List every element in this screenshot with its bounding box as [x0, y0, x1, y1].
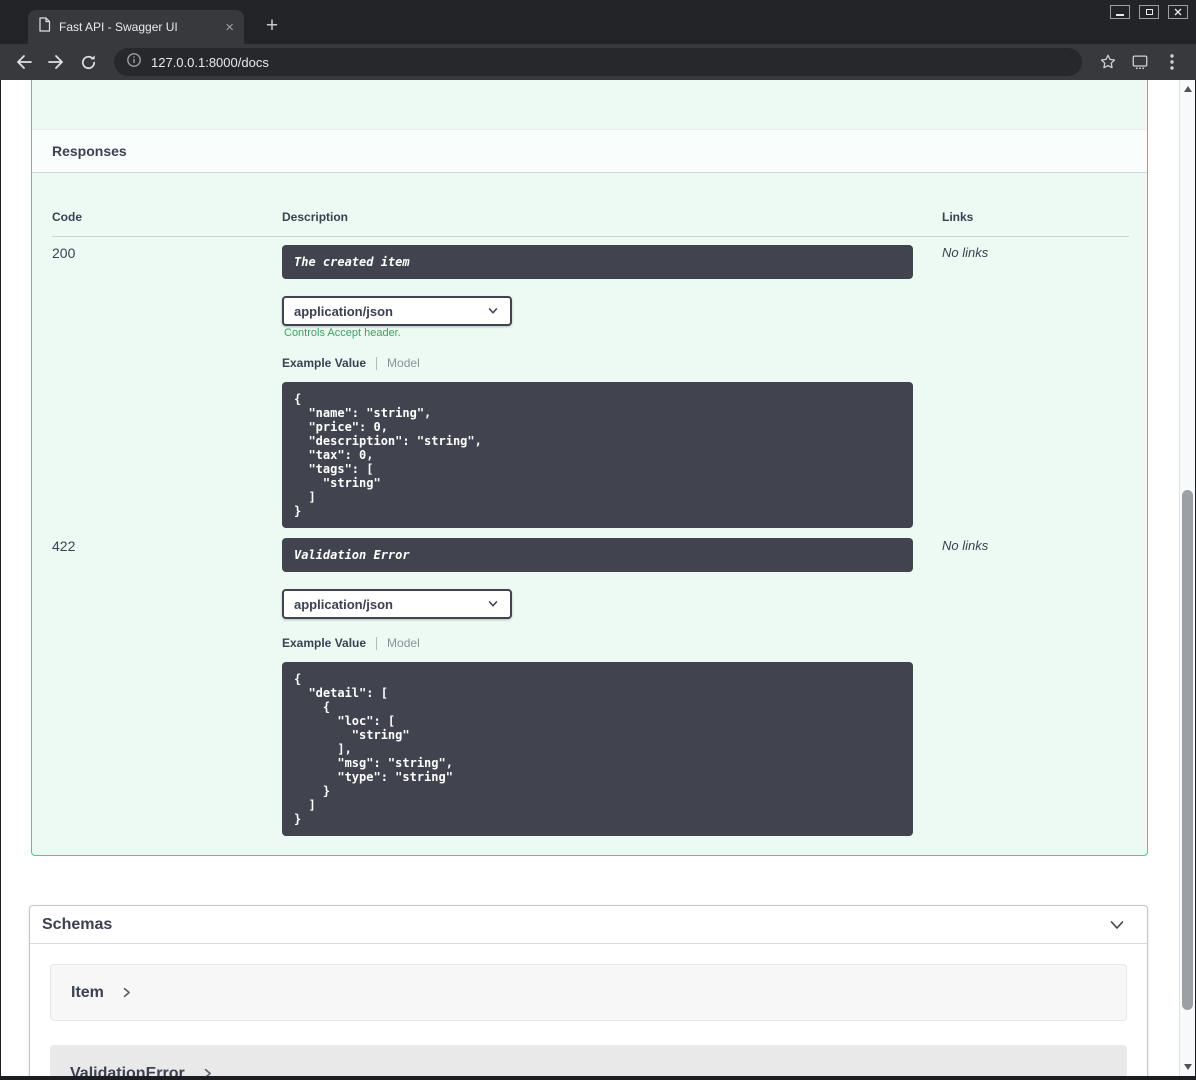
scroll-up-icon[interactable]	[1184, 86, 1192, 92]
browser-tab[interactable]: Fast API - Swagger UI ×	[28, 10, 244, 44]
schemas-section: Schemas Item ValidationError	[29, 905, 1148, 1076]
schema-validation-error[interactable]: ValidationError	[50, 1045, 1127, 1076]
example-tabs: Example Value Model	[282, 636, 420, 650]
tab-divider	[376, 636, 378, 650]
devices-button[interactable]	[1126, 48, 1154, 76]
page-scrollbar[interactable]	[1179, 80, 1195, 1076]
tab-divider	[376, 356, 378, 370]
tab-close-icon[interactable]: ×	[225, 20, 234, 35]
document-icon	[38, 17, 51, 37]
schemas-header[interactable]: Schemas	[30, 906, 1147, 944]
media-type-value: application/json	[294, 303, 393, 319]
close-button[interactable]	[1168, 5, 1188, 19]
schemas-heading: Schemas	[42, 915, 113, 933]
navigation-bar: 127.0.0.1:8000/docs	[0, 44, 1196, 80]
browser-menu-button[interactable]	[1158, 48, 1186, 76]
chevron-down-icon	[488, 601, 498, 607]
example-json: { "name": "string", "price": 0, "descrip…	[282, 382, 913, 528]
scrollbar-thumb[interactable]	[1182, 490, 1193, 1010]
media-type-select[interactable]: application/json	[282, 589, 512, 619]
response-code: 422	[52, 538, 76, 554]
schema-item[interactable]: Item	[50, 964, 1127, 1021]
media-type-value: application/json	[294, 596, 393, 612]
new-tab-button[interactable]: +	[258, 13, 286, 41]
response-links: No links	[942, 245, 989, 260]
reload-icon	[81, 54, 95, 69]
example-tabs: Example Value Model	[282, 356, 420, 370]
responses-header: Responses	[32, 129, 1147, 173]
chevron-right-icon	[204, 1068, 211, 1076]
tab-example-value[interactable]: Example Value	[282, 356, 366, 370]
response-description: Validation Error	[282, 538, 913, 572]
tab-bar: Fast API - Swagger UI × +	[0, 0, 1196, 44]
example-json: { "detail": [ { "loc": [ "string" ], "ms…	[282, 662, 913, 836]
close-icon	[1174, 8, 1182, 16]
schema-name: Item	[71, 983, 104, 1001]
window-controls	[1110, 5, 1188, 19]
minimize-icon	[1116, 14, 1124, 16]
chevron-down-icon	[488, 308, 498, 314]
responses-section: Responses Code Description Links 200 The…	[31, 80, 1148, 856]
back-icon	[17, 55, 32, 69]
overflow-menu-icon	[1170, 54, 1174, 70]
tab-model[interactable]: Model	[387, 356, 420, 370]
tab-example-value[interactable]: Example Value	[282, 636, 366, 650]
tab-model[interactable]: Model	[387, 636, 420, 650]
column-header-links: Links	[942, 210, 974, 224]
minimize-button[interactable]	[1110, 5, 1130, 19]
page-content: Responses Code Description Links 200 The…	[1, 80, 1195, 1076]
chevron-down-icon	[1110, 920, 1124, 929]
media-type-select[interactable]: application/json	[282, 296, 512, 326]
chevron-right-icon	[123, 987, 130, 998]
column-header-code: Code	[52, 210, 82, 224]
url-text[interactable]: 127.0.0.1:8000/docs	[151, 55, 269, 70]
maximize-icon	[1145, 9, 1153, 15]
tab-title: Fast API - Swagger UI	[59, 20, 178, 34]
responses-heading: Responses	[52, 143, 127, 159]
column-header-description: Description	[282, 210, 349, 224]
star-icon	[1100, 54, 1116, 69]
response-code: 200	[52, 245, 76, 261]
forward-button[interactable]	[42, 48, 70, 76]
forward-icon	[48, 55, 63, 69]
reload-button[interactable]	[74, 48, 102, 76]
schema-name: ValidationError	[70, 1064, 185, 1077]
maximize-button[interactable]	[1139, 5, 1159, 19]
address-bar[interactable]: 127.0.0.1:8000/docs	[114, 48, 1082, 76]
response-links: No links	[942, 538, 989, 553]
scroll-down-icon[interactable]	[1184, 1064, 1192, 1070]
accept-header-note: Controls Accept header.	[284, 327, 401, 339]
bookmark-button[interactable]	[1094, 48, 1122, 76]
info-icon[interactable]	[126, 52, 142, 73]
back-button[interactable]	[10, 48, 38, 76]
response-description: The created item	[282, 245, 913, 279]
devices-icon	[1132, 55, 1148, 70]
responses-table-header: Code Description Links	[52, 206, 1129, 237]
